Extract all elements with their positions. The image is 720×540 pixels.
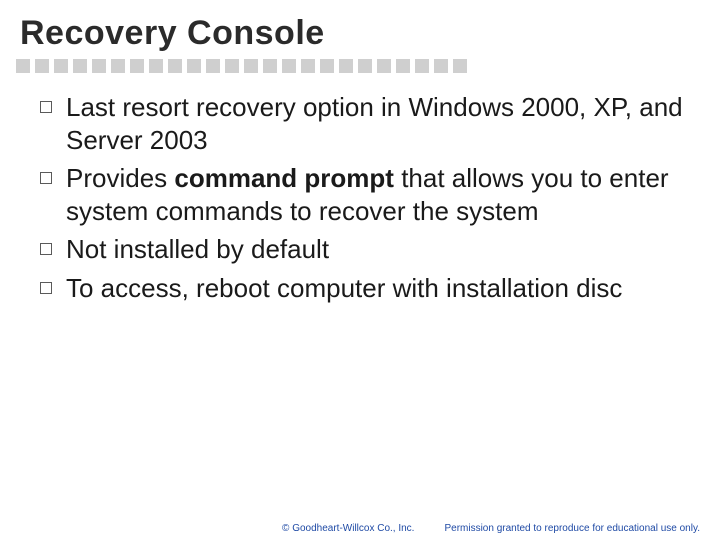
divider-square	[54, 59, 68, 73]
list-item: Not installed by default	[40, 233, 692, 266]
text-segment: Provides	[66, 163, 174, 193]
footer-permission: Permission granted to reproduce for educ…	[444, 523, 700, 534]
divider-square	[168, 59, 182, 73]
divider-square	[377, 59, 391, 73]
bullet-list: Last resort recovery option in Windows 2…	[0, 91, 720, 304]
divider-square	[244, 59, 258, 73]
divider-squares	[0, 59, 720, 73]
divider-square	[16, 59, 30, 73]
list-item: To access, reboot computer with installa…	[40, 272, 692, 305]
divider-square	[453, 59, 467, 73]
divider-square	[282, 59, 296, 73]
bullet-marker-icon	[40, 101, 52, 113]
bullet-marker-icon	[40, 243, 52, 255]
divider-square	[339, 59, 353, 73]
divider-square	[149, 59, 163, 73]
slide: Recovery Console Last resort recovery op…	[0, 0, 720, 540]
divider-square	[225, 59, 239, 73]
bullet-text: To access, reboot computer with installa…	[66, 272, 692, 305]
divider-square	[92, 59, 106, 73]
text-segment: Not installed by default	[66, 234, 329, 264]
divider-square	[396, 59, 410, 73]
divider-square	[111, 59, 125, 73]
divider-square	[320, 59, 334, 73]
divider-square	[263, 59, 277, 73]
text-segment: To access, reboot computer with installa…	[66, 273, 622, 303]
footer-copyright: © Goodheart-Willcox Co., Inc.	[282, 523, 414, 534]
bullet-text: Not installed by default	[66, 233, 692, 266]
divider-square	[358, 59, 372, 73]
footer: © Goodheart-Willcox Co., Inc. Permission…	[282, 523, 700, 534]
divider-square	[187, 59, 201, 73]
text-segment: Last resort recovery option in Windows 2…	[66, 92, 683, 155]
divider-square	[301, 59, 315, 73]
bullet-text: Provides command prompt that allows you …	[66, 162, 692, 227]
bullet-marker-icon	[40, 282, 52, 294]
list-item: Provides command prompt that allows you …	[40, 162, 692, 227]
page-title: Recovery Console	[0, 0, 720, 59]
bullet-marker-icon	[40, 172, 52, 184]
divider-square	[35, 59, 49, 73]
divider-square	[434, 59, 448, 73]
divider-square	[206, 59, 220, 73]
divider-square	[415, 59, 429, 73]
divider-square	[73, 59, 87, 73]
bullet-text: Last resort recovery option in Windows 2…	[66, 91, 692, 156]
bold-text: command prompt	[174, 163, 394, 193]
divider-square	[130, 59, 144, 73]
list-item: Last resort recovery option in Windows 2…	[40, 91, 692, 156]
